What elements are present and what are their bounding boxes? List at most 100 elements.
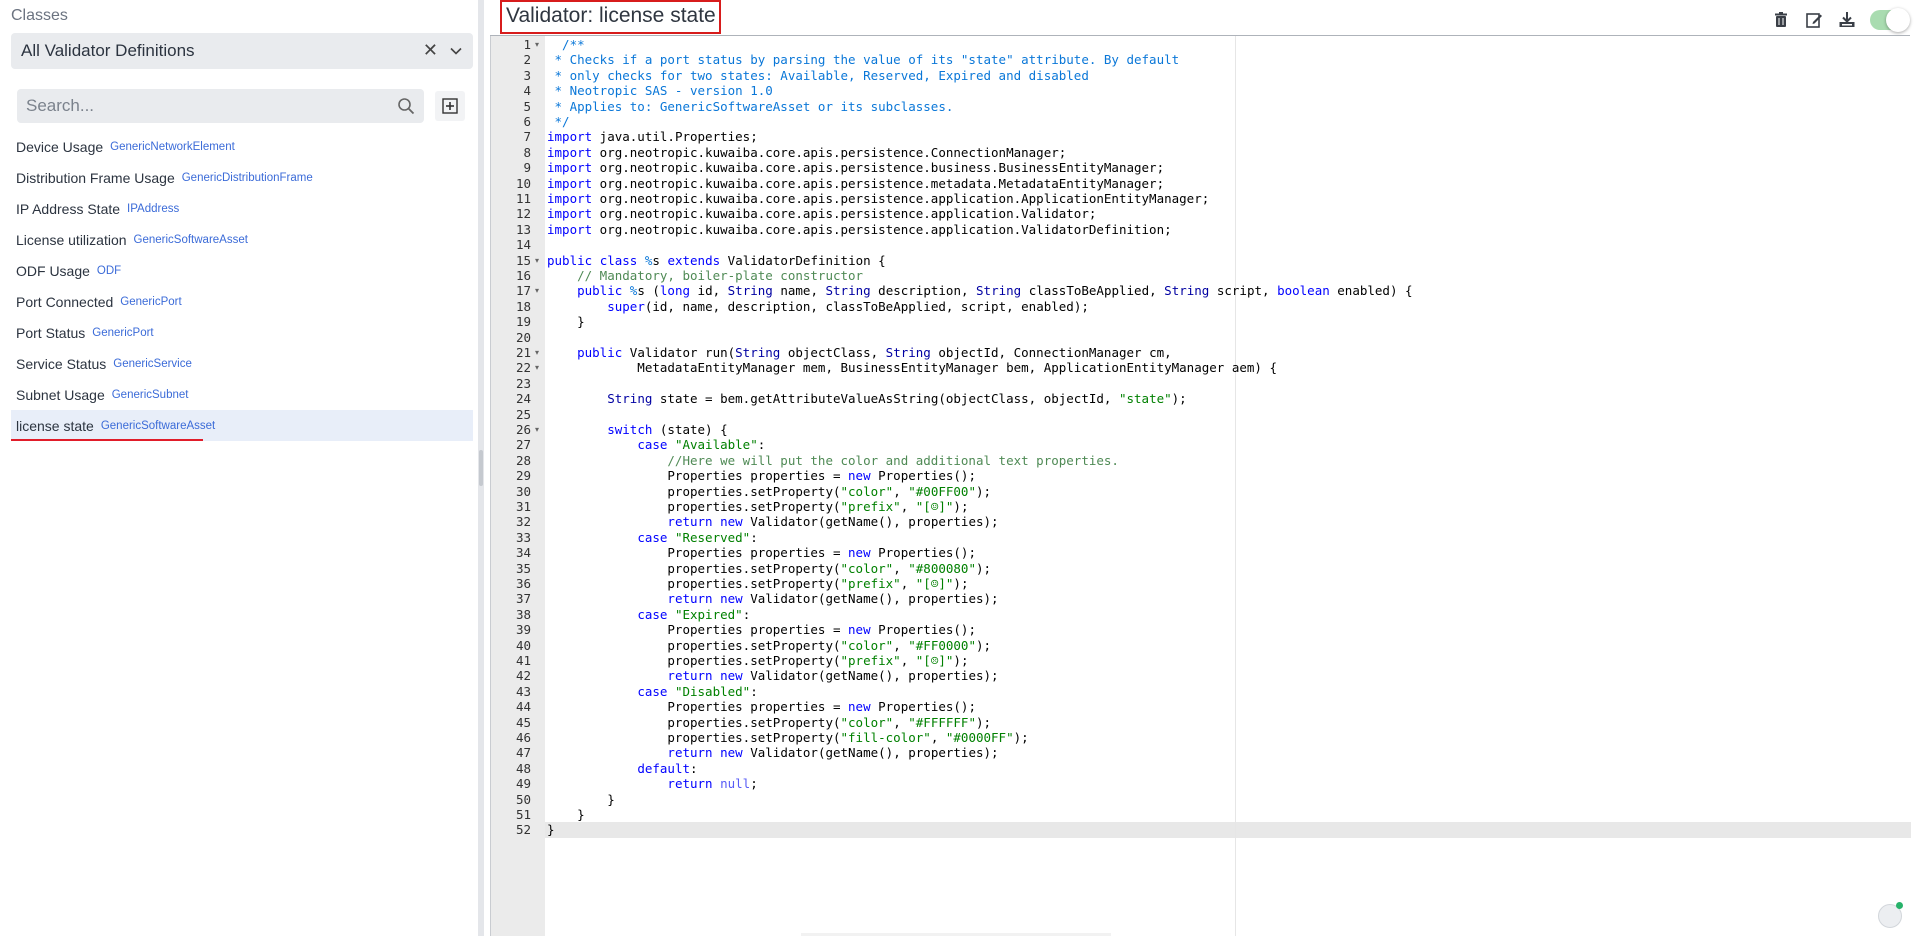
line-number: 25 (515, 406, 531, 422)
validator-name: ODF Usage (16, 262, 90, 279)
fold-toggle-icon[interactable]: ▾ (535, 345, 543, 360)
code-token: String (727, 283, 773, 299)
code-token: case (637, 683, 668, 699)
validator-class-link[interactable]: GenericSoftwareAsset (101, 420, 215, 432)
trash-icon[interactable] (1771, 10, 1791, 30)
fold-toggle-icon[interactable]: ▾ (535, 253, 543, 268)
code-token: */ (547, 114, 570, 129)
code-editor[interactable]: 1 ▾ 2 3 4 5 6 7 8 9 10 11 12 13 14 15 ▾ 16 17 ▾ 18 19 20 21 ▾ 22 ▾… (490, 36, 1911, 936)
code-token: script, (1209, 283, 1278, 299)
validator-item[interactable]: Distribution Frame Usage GenericDistribut… (11, 162, 473, 193)
code-line: public class %s extends ValidatorDefinit… (547, 253, 886, 268)
validator-name: Service Status (16, 355, 107, 372)
clear-icon[interactable]: ✕ (423, 40, 438, 61)
code-token: , (900, 653, 916, 668)
fold-toggle-icon[interactable]: ▾ (535, 422, 543, 437)
validator-item[interactable]: Port Status GenericPort (11, 317, 473, 348)
code-token: "[☺]" (915, 576, 954, 591)
line-number: 45 (515, 714, 531, 730)
code-token: * Applies to: GenericSoftwareAsset or it… (547, 98, 954, 114)
validator-item[interactable]: license state GenericSoftwareAsset (11, 410, 473, 441)
code-token: "color" (840, 483, 894, 499)
code-line: import org.neotropic.kuwaiba.core.apis.p… (547, 160, 1164, 175)
code-token: "[☺]" (915, 499, 954, 514)
validator-class-link[interactable]: GenericSubnet (112, 389, 189, 401)
code-token: Validator(getName(), properties); (742, 591, 999, 607)
code-token: import (547, 144, 593, 160)
validator-class-link[interactable]: GenericPort (92, 327, 153, 339)
code-token: Validator(getName(), properties); (742, 745, 999, 761)
validator-item[interactable]: Subnet Usage GenericSubnet (11, 379, 473, 410)
search-input[interactable] (17, 89, 387, 123)
line-number: 40 (515, 637, 531, 653)
validator-class-link[interactable]: GenericService (113, 358, 192, 370)
line-number: 4 (523, 83, 531, 99)
validator-class-link[interactable]: ODF (97, 265, 121, 277)
code-area[interactable]: /** * Checks if a port status by parsing… (545, 36, 1910, 936)
validator-item[interactable]: Service Status GenericService (11, 348, 473, 379)
validator-class-link[interactable]: IPAddress (127, 203, 179, 215)
search-icon[interactable] (397, 97, 415, 115)
edit-icon[interactable] (1804, 10, 1824, 30)
validator-class-link[interactable]: GenericDistributionFrame (182, 172, 313, 184)
code-token: null (720, 776, 751, 792)
validator-item[interactable]: ODF Usage ODF (11, 255, 473, 286)
line-number: 23 (515, 375, 531, 391)
code-token: return (667, 591, 713, 607)
validator-item[interactable]: Port Connected GenericPort (11, 286, 473, 317)
fold-toggle-icon[interactable]: ▾ (535, 37, 543, 52)
enabled-toggle[interactable] (1870, 8, 1910, 32)
validator-item[interactable]: IP Address State IPAddress (11, 193, 473, 224)
line-number: 36 (515, 576, 531, 591)
code-line: import org.neotropic.kuwaiba.core.apis.p… (547, 191, 1209, 206)
validator-name: Device Usage (16, 138, 104, 155)
code-token: : (690, 760, 698, 776)
code-line: properties.setProperty("color", "#800080… (547, 561, 991, 576)
toolbar (1771, 8, 1910, 32)
line-number: 38 (515, 606, 531, 622)
validator-class-link[interactable]: GenericNetworkElement (110, 141, 235, 153)
code-token: import (547, 191, 593, 206)
validator-class-link[interactable]: GenericSoftwareAsset (134, 234, 248, 246)
splitter-grip[interactable] (479, 450, 483, 486)
code-token: , (900, 576, 916, 591)
line-number: 17 (515, 283, 531, 299)
validator-item[interactable]: License utilization GenericSoftwareAsset (11, 224, 473, 255)
validator-filter-combo[interactable]: All Validator Definitions ✕ (11, 33, 473, 69)
line-number: 11 (515, 191, 531, 206)
fold-toggle-icon[interactable]: ▾ (535, 283, 543, 298)
code-token: ); (953, 499, 969, 514)
code-token: new (720, 591, 743, 607)
code-token: new (848, 699, 871, 715)
validator-class-link[interactable]: GenericPort (120, 296, 181, 308)
line-number: 52 (515, 822, 531, 838)
validator-item[interactable]: Device Usage GenericNetworkElement (11, 131, 473, 162)
code-token: properties.setProperty( (547, 714, 841, 730)
code-line: // Mandatory, boiler-plate constructor (547, 268, 863, 283)
code-token: classToBeApplied, (1021, 283, 1165, 299)
code-line: case "Expired": (547, 607, 750, 622)
code-token: properties.setProperty( (547, 653, 841, 668)
fold-toggle-icon[interactable]: ▾ (535, 360, 543, 375)
add-validator-button[interactable] (435, 91, 465, 121)
code-line: default: (547, 760, 698, 776)
code-token: ; (750, 776, 758, 792)
line-number: 6 (523, 114, 531, 129)
chevron-down-icon[interactable] (449, 44, 463, 58)
download-icon[interactable] (1837, 10, 1857, 30)
panel-splitter[interactable] (478, 0, 484, 936)
help-button[interactable] (1878, 902, 1903, 928)
code-token: long (659, 283, 691, 299)
code-token: ValidatorDefinition { (720, 252, 886, 268)
code-line: case "Disabled": (547, 683, 757, 699)
code-line: import java.util.Properties; (547, 129, 758, 144)
code-token: "Available" (674, 437, 758, 453)
